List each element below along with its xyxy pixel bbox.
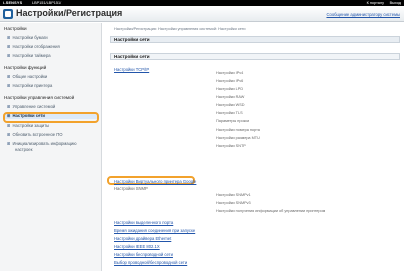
sidebar-item-label: Настройки принтера xyxy=(12,83,53,88)
sidebar-item-firmware[interactable]: ⊞ Обновить встроенное ПО xyxy=(7,132,63,137)
sidebar-item-label: Обновить встроенное ПО xyxy=(12,132,63,137)
bullet-icon: ⊞ xyxy=(7,132,11,137)
bullet-icon: ⊞ xyxy=(7,104,11,109)
bullet-icon: ⊞ xyxy=(7,74,11,79)
sidebar-section-functions: Настройки функций xyxy=(4,65,47,70)
sidebar-section-system: Настройки управления системой xyxy=(4,95,75,100)
sidebar-item-printer[interactable]: ⊞ Настройки принтера xyxy=(7,83,52,88)
wsd-label: Настройки WSD xyxy=(216,103,245,107)
sidebar-item-label: Общие настройки xyxy=(12,74,48,79)
settings-page-icon xyxy=(3,9,13,19)
logout-link[interactable]: Выход xyxy=(390,1,401,5)
sidebar-item-security[interactable]: ⊞ Настройки защиты xyxy=(7,123,49,128)
portal-link[interactable]: К порталу xyxy=(367,1,384,5)
sidebar-item-timer[interactable]: ⊞ Настройки таймера xyxy=(7,53,51,58)
sidebar-item-paper[interactable]: ⊞ Настройки бумаги xyxy=(7,35,48,40)
page-header: Настройки/Регистрация Сообщение админист… xyxy=(0,6,404,22)
sidebar-item-general[interactable]: ⊞ Общие настройки xyxy=(7,74,47,79)
sidebar-item-label: Настройки защиты xyxy=(12,123,50,128)
ipv6-label: Настройки IPv6 xyxy=(216,79,244,83)
lpd-label: Настройки LPD xyxy=(216,87,244,91)
bullet-icon: ⊞ xyxy=(7,35,11,40)
tls-label: Настройки TLS xyxy=(216,111,243,115)
proxy-label: Параметры прокси xyxy=(216,119,250,123)
bullet-icon: ⊞ xyxy=(7,141,11,146)
admin-message-link[interactable]: Сообщение администратору системы xyxy=(326,12,400,17)
tcpip-settings-link[interactable]: Настройки TCP/IP xyxy=(114,67,149,72)
printer-management-info-label: Настройки получения информации об управл… xyxy=(216,209,326,213)
bullet-icon: ⊞ xyxy=(7,123,11,128)
bullet-icon: ⊞ xyxy=(7,83,11,88)
dedicated-port-link[interactable]: Настройки выделенного порта xyxy=(114,220,173,225)
startup-timeout-link[interactable]: Время ожидания соединения при запуске xyxy=(114,228,195,233)
port-number-label: Настройки номера порта xyxy=(216,128,260,132)
sidebar-item-label: Настройки отображения xyxy=(12,44,60,49)
ethernet-driver-link[interactable]: Настройки драйвера Ethernet xyxy=(114,236,171,241)
brand-label: i-SENSYS xyxy=(3,0,23,5)
sidebar-item-system-management[interactable]: ⊞ Управление системой xyxy=(7,104,55,109)
breadcrumb: Настройки/Регистрация: Настройки управле… xyxy=(114,27,246,31)
sidebar-item-label: Настройки бумаги xyxy=(12,35,48,40)
subsection-header: Настройки сети xyxy=(110,53,400,60)
bullet-icon: ⊞ xyxy=(7,44,11,49)
bullet-icon: ⊞ xyxy=(7,53,11,58)
ieee8021x-link[interactable]: Настройки IEEE 802.1X xyxy=(114,244,160,249)
sntp-label: Настройки SNTP xyxy=(216,144,246,148)
main-content: Настройки/Регистрация: Настройки управле… xyxy=(104,23,404,271)
sidebar-item-label: Управление системой xyxy=(12,104,56,109)
ipv4-label: Настройки IPv4 xyxy=(216,71,244,75)
sidebar: Настройки ⊞ Настройки бумаги ⊞ Настройки о… xyxy=(0,23,102,271)
sidebar-item-label: Инициализировать информацию xyxy=(12,141,77,146)
page-title: Настройки/Регистрация xyxy=(16,8,123,18)
sidebar-network-highlight xyxy=(3,112,99,123)
mtu-label: Настройки размера MTU xyxy=(216,136,260,140)
sidebar-item-display[interactable]: ⊞ Настройки отображения xyxy=(7,44,60,49)
raw-label: Настройки RAW xyxy=(216,95,245,99)
device-model-label: LBP151/LBP151/ xyxy=(32,0,62,5)
wireless-settings-link[interactable]: Настройки беспроводной сети xyxy=(114,252,173,257)
sidebar-section-settings: Настройки xyxy=(4,26,27,31)
sidebar-item-initialize[interactable]: ⊞ Инициализировать информацию xyxy=(7,141,76,146)
section-header: Настройки сети xyxy=(110,36,400,43)
snmpv3-label: Настройки SNMPv3 xyxy=(216,201,251,205)
snmpv1-label: Настройки SNMPv1 xyxy=(216,193,251,197)
snmp-settings-link[interactable]: Настройки SNMP xyxy=(114,186,148,191)
wired-wireless-select-link[interactable]: Выбор проводной/беспроводной сети xyxy=(114,260,187,265)
sidebar-item-label: Настройки таймера xyxy=(12,53,51,58)
google-cloud-print-link[interactable]: Настройки Виртуального принтера Google xyxy=(114,179,196,184)
sidebar-item-initialize-line2[interactable]: настроек xyxy=(15,147,32,152)
